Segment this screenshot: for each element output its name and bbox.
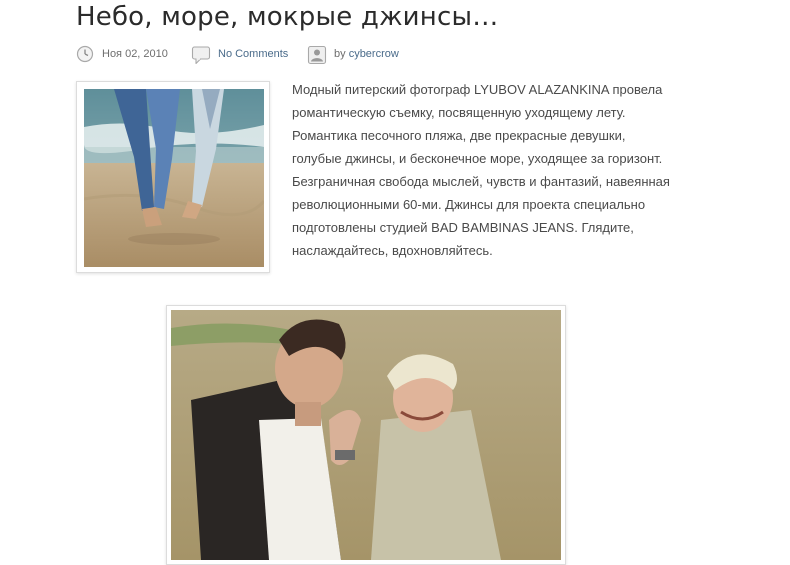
two-girls-laughing-photo	[171, 310, 561, 560]
comments-link[interactable]: No Comments	[218, 48, 288, 60]
author-prefix: by	[334, 48, 346, 60]
author-link[interactable]: cybercrow	[349, 48, 399, 60]
post-date-text: Ноя 02, 2010	[102, 48, 168, 60]
post-excerpt: Модный питерский фотограф LYUBOV ALAZANK…	[292, 82, 670, 258]
beach-legs-photo	[84, 89, 264, 267]
user-icon	[307, 45, 327, 68]
speech-bubble-icon	[191, 45, 211, 68]
clock-icon	[76, 45, 94, 66]
main-photo[interactable]	[166, 305, 566, 565]
post-title[interactable]: Небо, море, мокрые джинсы…	[76, 2, 498, 32]
thumbnail-image[interactable]	[76, 81, 270, 273]
